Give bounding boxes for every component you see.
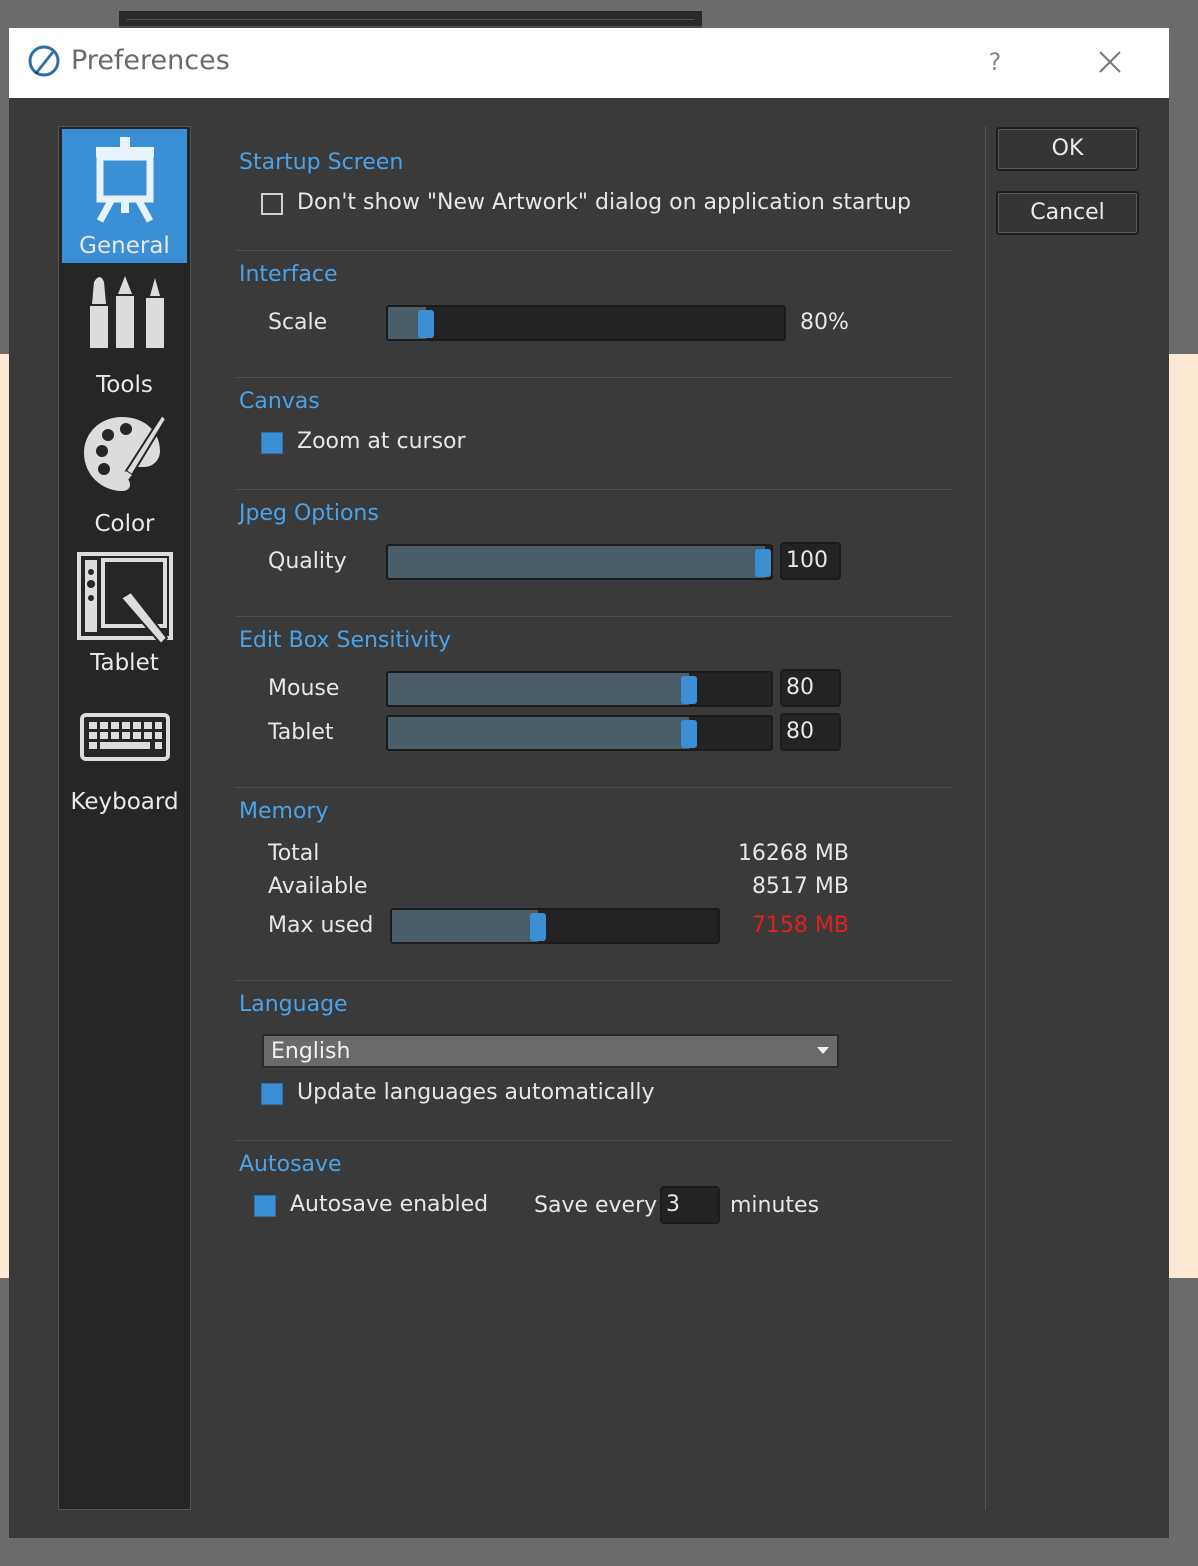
sidebar-item-label: Color bbox=[94, 511, 155, 537]
slider-thumb[interactable] bbox=[418, 310, 434, 338]
quality-label: Quality bbox=[268, 549, 347, 574]
background-window-strip bbox=[119, 11, 702, 28]
autosave-enabled-checkbox[interactable] bbox=[254, 1195, 276, 1217]
memory-available-label: Available bbox=[268, 874, 368, 899]
memory-max-used-value: 7158 MB bbox=[751, 913, 849, 938]
scale-value: 80% bbox=[800, 310, 849, 335]
tablet-sensitivity-input[interactable]: 80 bbox=[780, 713, 841, 751]
quality-input[interactable]: 100 bbox=[780, 542, 841, 580]
mouse-sensitivity-input[interactable]: 80 bbox=[780, 669, 841, 707]
cancel-button[interactable]: Cancel bbox=[996, 191, 1139, 235]
section-divider bbox=[235, 616, 953, 617]
section-title-interface: Interface bbox=[239, 262, 338, 287]
section-title-memory: Memory bbox=[239, 799, 329, 824]
sidebar-item-keyboard[interactable]: Keyboard bbox=[62, 685, 187, 819]
dont-show-new-artwork-label: Don't show "New Artwork" dialog on appli… bbox=[297, 190, 912, 215]
tablet-sensitivity-slider[interactable] bbox=[386, 715, 773, 751]
palette-icon bbox=[83, 413, 167, 491]
autosave-interval-input[interactable]: 3 bbox=[660, 1186, 720, 1224]
zoom-at-cursor-checkbox[interactable] bbox=[261, 432, 283, 454]
help-button[interactable]: ? bbox=[980, 44, 1010, 80]
preferences-sidebar: General Tools Color Tablet Keyboard bbox=[58, 126, 191, 1510]
section-title-language: Language bbox=[239, 992, 348, 1017]
section-title-canvas: Canvas bbox=[239, 389, 320, 414]
mouse-label: Mouse bbox=[268, 676, 340, 701]
section-title-startup: Startup Screen bbox=[239, 150, 404, 175]
scale-slider[interactable] bbox=[386, 305, 786, 341]
update-languages-label: Update languages automatically bbox=[297, 1080, 655, 1105]
app-logo-icon bbox=[28, 45, 60, 77]
ok-button[interactable]: OK bbox=[996, 127, 1139, 171]
section-divider bbox=[235, 1140, 953, 1141]
scale-label: Scale bbox=[268, 310, 328, 335]
sidebar-item-label: General bbox=[79, 233, 170, 259]
autosave-enabled-label: Autosave enabled bbox=[290, 1192, 489, 1217]
section-divider bbox=[235, 250, 953, 251]
save-every-label: Save every bbox=[534, 1193, 658, 1218]
sidebar-item-tablet[interactable]: Tablet bbox=[62, 546, 187, 680]
memory-total-label: Total bbox=[268, 841, 320, 866]
memory-total-value: 16268 MB bbox=[737, 841, 849, 866]
chevron-down-icon bbox=[817, 1047, 829, 1054]
section-divider bbox=[235, 489, 953, 490]
section-title-jpeg: Jpeg Options bbox=[239, 501, 379, 526]
easel-icon bbox=[95, 137, 154, 223]
dont-show-new-artwork-checkbox[interactable] bbox=[261, 193, 283, 215]
slider-thumb[interactable] bbox=[681, 720, 697, 748]
slider-fill bbox=[392, 910, 538, 942]
close-icon[interactable] bbox=[1094, 44, 1126, 80]
preferences-dialog: Preferences ? General Tools Color Tablet… bbox=[9, 28, 1169, 1538]
minutes-label: minutes bbox=[730, 1193, 820, 1218]
sidebar-item-color[interactable]: Color bbox=[62, 407, 187, 541]
memory-available-value: 8517 MB bbox=[751, 874, 849, 899]
vertical-divider bbox=[985, 126, 986, 1510]
keyboard-icon bbox=[79, 713, 170, 761]
tablet-label: Tablet bbox=[268, 720, 334, 745]
slider-fill bbox=[388, 717, 689, 749]
sidebar-item-label: Tablet bbox=[90, 650, 159, 676]
memory-max-used-label: Max used bbox=[268, 913, 374, 938]
sidebar-item-general[interactable]: General bbox=[62, 129, 187, 263]
max-used-slider[interactable] bbox=[390, 908, 720, 944]
slider-fill bbox=[388, 546, 765, 578]
slider-thumb[interactable] bbox=[681, 676, 697, 704]
slider-fill bbox=[388, 673, 689, 705]
slider-thumb[interactable] bbox=[530, 913, 546, 941]
title-bar: Preferences ? bbox=[9, 28, 1169, 98]
sidebar-item-label: Keyboard bbox=[70, 789, 179, 815]
quality-slider[interactable] bbox=[386, 544, 773, 580]
tablet-icon bbox=[76, 552, 173, 646]
section-title-edit-box: Edit Box Sensitivity bbox=[239, 628, 452, 653]
section-divider bbox=[235, 377, 953, 378]
section-divider bbox=[235, 980, 953, 981]
section-divider bbox=[235, 787, 953, 788]
zoom-at-cursor-label: Zoom at cursor bbox=[297, 429, 466, 454]
brushes-icon bbox=[89, 276, 164, 348]
update-languages-checkbox[interactable] bbox=[261, 1083, 283, 1105]
language-dropdown[interactable]: English bbox=[262, 1034, 839, 1068]
mouse-sensitivity-slider[interactable] bbox=[386, 671, 773, 707]
section-title-autosave: Autosave bbox=[239, 1152, 342, 1177]
window-title: Preferences bbox=[71, 45, 230, 76]
slider-thumb[interactable] bbox=[755, 549, 771, 577]
sidebar-item-tools[interactable]: Tools bbox=[62, 268, 187, 402]
sidebar-item-label: Tools bbox=[96, 372, 153, 398]
language-selected-value: English bbox=[271, 1039, 351, 1064]
